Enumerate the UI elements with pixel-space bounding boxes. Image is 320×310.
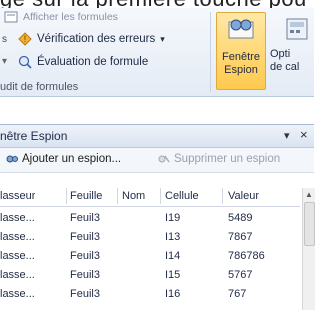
scrollbar-thumb[interactable]: [304, 202, 315, 246]
ribbon-divider: [210, 12, 211, 92]
delete-watch-label: Supprimer un espion: [174, 153, 281, 165]
delete-watch-button[interactable]: Supprimer un espion: [158, 153, 280, 165]
cell-value: 5767: [228, 269, 253, 281]
sheet-gap: [0, 97, 314, 123]
column-divider[interactable]: [66, 188, 67, 204]
delete-watch-icon: [158, 155, 170, 163]
cell-value: 5489: [228, 212, 253, 224]
watch-window-button[interactable]: Fenêtre Espion: [216, 12, 266, 90]
cell-reference: I16: [165, 288, 181, 300]
table-row[interactable]: lasse... Feuil3 I14 786786: [0, 247, 300, 266]
evaluate-formula-button[interactable]: Évaluation de formule: [18, 53, 148, 71]
watch-list-header: lasseur Feuille Nom Cellule Valeur: [0, 186, 300, 207]
pane-menu-icon[interactable]: ▾: [284, 129, 290, 142]
pane-title: nêtre Espion: [0, 129, 68, 143]
table-row[interactable]: lasse... Feuil3 I16 767: [0, 285, 300, 304]
cell-value: 786786: [228, 250, 265, 262]
show-formulas-icon: [4, 11, 18, 23]
calculation-options-label-line2: de cal: [270, 61, 300, 73]
error-check-button[interactable]: ! Vérification des erreurs ▾: [18, 30, 165, 48]
watch-window-pane: nêtre Espion ▾ × Ajouter un espion... Su…: [0, 124, 315, 310]
evaluate-formula-label: Évaluation de formule: [37, 56, 149, 68]
calculation-options-label-line1: Opti: [270, 48, 291, 60]
cell-workbook: lasse...: [0, 269, 35, 281]
column-header-cell[interactable]: Cellule: [165, 190, 199, 202]
column-header-value[interactable]: Valeur: [228, 190, 259, 202]
column-header-workbook[interactable]: lasseur: [0, 190, 35, 202]
error-check-icon: !: [18, 32, 32, 46]
svg-text:!: !: [24, 34, 27, 44]
add-watch-icon: [6, 155, 18, 163]
calculation-options-button[interactable]: Opti de cal: [270, 48, 320, 74]
watch-window-label-line2: Espion: [224, 64, 258, 76]
cell-workbook: lasse...: [0, 212, 35, 224]
show-formulas-item[interactable]: Afficher les formules: [4, 8, 118, 26]
show-formulas-label: Afficher les formules: [23, 11, 118, 23]
cell-sheet: Feuil3: [70, 212, 100, 224]
error-check-label: Vérification des erreurs: [37, 33, 156, 45]
cell-reference: I15: [165, 269, 181, 281]
add-watch-label: Ajouter un espion...: [22, 153, 122, 165]
chevron-down-icon[interactable]: ▾: [160, 34, 165, 45]
watch-window-icon: [228, 19, 254, 39]
cell-workbook: lasse...: [0, 288, 35, 300]
cell-value: 767: [228, 288, 247, 300]
cell-value: 7867: [228, 231, 253, 243]
column-divider[interactable]: [222, 188, 223, 204]
cell-workbook: lasse...: [0, 231, 35, 243]
vertical-scrollbar[interactable]: ▲: [302, 188, 315, 310]
table-row[interactable]: lasse... Feuil3 I13 7867: [0, 228, 300, 247]
column-divider[interactable]: [117, 188, 118, 204]
close-icon[interactable]: ×: [300, 127, 308, 142]
table-row[interactable]: lasse... Feuil3 I19 5489: [0, 209, 300, 228]
scroll-up-icon[interactable]: ▲: [305, 190, 313, 199]
ribbon-formula-auditing-group: Afficher les formules ! Vérification des…: [0, 8, 314, 97]
background-caption-text: ge sur la première touche pou: [0, 0, 314, 8]
column-divider[interactable]: [160, 188, 161, 204]
watch-window-label-line1: Fenêtre: [222, 51, 260, 63]
column-header-sheet[interactable]: Feuille: [70, 190, 102, 202]
evaluate-formula-icon: [18, 55, 32, 69]
table-row[interactable]: lasse... Feuil3 I15 5767: [0, 266, 300, 285]
cell-sheet: Feuil3: [70, 250, 100, 262]
row-fragment-arrow: ▾: [2, 56, 8, 67]
cell-sheet: Feuil3: [70, 288, 100, 300]
cell-reference: I19: [165, 212, 181, 224]
cell-sheet: Feuil3: [70, 269, 100, 281]
ribbon-group-label: udit de formules: [0, 81, 79, 93]
cell-workbook: lasse...: [0, 250, 35, 262]
row-fragment-text: s: [2, 34, 7, 45]
cell-sheet: Feuil3: [70, 231, 100, 243]
watch-window-label: Fenêtre Espion: [217, 51, 265, 77]
add-watch-button[interactable]: Ajouter un espion...: [6, 153, 121, 165]
calculation-options-icon: [286, 18, 308, 40]
cell-reference: I13: [165, 231, 181, 243]
pane-title-bar[interactable]: nêtre Espion ▾ ×: [0, 125, 314, 148]
cell-reference: I14: [165, 250, 181, 262]
pane-toolbar: Ajouter un espion... Supprimer un espion: [0, 148, 314, 173]
column-header-name[interactable]: Nom: [122, 190, 145, 202]
